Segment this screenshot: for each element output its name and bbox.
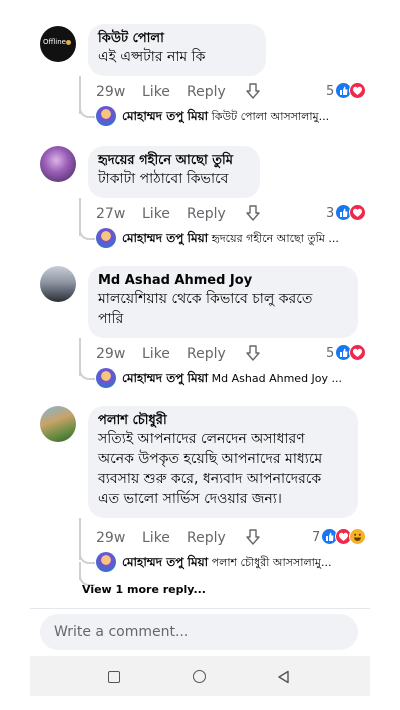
like-button[interactable]: Like <box>142 344 170 364</box>
reply-thread-curve <box>79 368 95 380</box>
reply-button[interactable]: Reply <box>187 204 226 224</box>
comment-bubble[interactable]: কিউট পোলা এই এপ্সটার নাম কি <box>88 24 266 76</box>
reply-snippet: Md Ashad Ahmed Joy ... <box>211 372 343 385</box>
comment-4: পলাশ চৌধুরী সত্যিই আপনাদের লেনদেন অসাধার… <box>40 406 370 604</box>
reply-avatar <box>96 368 116 388</box>
comment-author[interactable]: হৃদয়ের গহীনে আছো তুমি <box>98 152 250 169</box>
reply-button[interactable]: Reply <box>187 528 226 548</box>
reaction-count[interactable]: 5 <box>326 82 334 102</box>
comment-actions: 29w Like Reply 7 <box>96 528 368 548</box>
reply-preview[interactable]: মোহাম্মদ তপু মিয়া হৃদয়ের গহীনে আছো তুম… <box>96 228 370 250</box>
comment-1: Offline কিউট পোলা এই এপ্সটার নাম কি 29w … <box>40 24 370 126</box>
reaction-count[interactable]: 5 <box>326 344 334 364</box>
android-nav-bar <box>30 656 370 696</box>
download-arrow-icon[interactable] <box>245 528 261 552</box>
reply-button[interactable]: Reply <box>187 82 226 102</box>
comments-screen: Offline কিউট পোলা এই এপ্সটার নাম কি 29w … <box>30 0 370 710</box>
comment-time: 27w <box>96 206 126 222</box>
avatar[interactable] <box>40 146 76 182</box>
reply-preview[interactable]: মোহাম্মদ তপু মিয়া পলাশ চৌধুরী আসসালামু.… <box>96 552 370 574</box>
comment-actions: 29w Like Reply 5 <box>96 344 368 364</box>
download-arrow-icon[interactable] <box>245 82 261 106</box>
reply-snippet: হৃদয়ের গহীনে আছো তুমি ... <box>211 232 339 245</box>
like-button[interactable]: Like <box>142 82 170 102</box>
reply-snippet: কিউট পোলা আসসালামু... <box>211 110 330 123</box>
reply-preview[interactable]: মোহাম্মদ তপু মিয়া Md Ashad Ahmed Joy ..… <box>96 368 370 390</box>
avatar[interactable] <box>40 266 76 302</box>
comment-time: 29w <box>96 84 126 100</box>
comment-author[interactable]: কিউট পোলা <box>98 30 256 47</box>
comment-time: 29w <box>96 346 126 362</box>
like-button[interactable]: Like <box>142 204 170 224</box>
comment-author[interactable]: Md Ashad Ahmed Joy <box>98 272 348 289</box>
comment-input-placeholder: Write a comment... <box>54 624 189 640</box>
comment-input-box[interactable]: Write a comment... <box>40 614 358 650</box>
comment-time: 29w <box>96 530 126 546</box>
reply-avatar <box>96 228 116 248</box>
download-arrow-icon[interactable] <box>245 204 261 228</box>
reaction-count[interactable]: 7 <box>312 528 320 548</box>
comment-actions: 29w Like Reply 5 <box>96 82 368 102</box>
avatar[interactable] <box>40 406 76 442</box>
comment-text: টাকাটা পাঠাবো কিভাবে <box>98 171 229 187</box>
comment-text-line: অনেক উপকৃত হয়েছি আপনাদের মাধ্যমে <box>98 451 323 467</box>
back-icon[interactable] <box>277 669 290 688</box>
comment-actions: 27w Like Reply 3 <box>96 204 368 224</box>
comment-text-line: মালয়েশিয়ায় থেকে কিভাবে চালু করতে <box>98 291 313 307</box>
reply-preview-text: মোহাম্মদ তপু মিয়া Md Ashad Ahmed Joy ..… <box>122 370 370 387</box>
like-button[interactable]: Like <box>142 528 170 548</box>
love-reaction-icon <box>349 204 366 221</box>
reply-thread-curve <box>79 552 95 564</box>
view-more-replies-link[interactable]: View 1 more reply... <box>82 582 206 598</box>
avatar[interactable]: Offline <box>40 26 76 62</box>
reply-preview-text: মোহাম্মদ তপু মিয়া পলাশ চৌধুরী আসসালামু.… <box>122 554 370 571</box>
comment-bubble[interactable]: পলাশ চৌধুরী সত্যিই আপনাদের লেনদেন অসাধার… <box>88 406 358 518</box>
reply-preview-text: মোহাম্মদ তপু মিয়া হৃদয়ের গহীনে আছো তুম… <box>122 230 370 247</box>
avatar-text: Offline <box>43 38 66 46</box>
reply-avatar <box>96 106 116 126</box>
haha-reaction-icon <box>349 528 366 545</box>
comment-2: হৃদয়ের গহীনে আছো তুমি টাকাটা পাঠাবো কিভ… <box>40 146 370 248</box>
comment-text-line: সত্যিই আপনাদের লেনদেন অসাধারণ <box>98 431 305 447</box>
comment-bubble[interactable]: হৃদয়ের গহীনে আছো তুমি টাকাটা পাঠাবো কিভ… <box>88 146 260 198</box>
love-reaction-icon <box>349 82 366 99</box>
comment-text-line: পারি <box>98 311 124 327</box>
comment-text: এই এপ্সটার নাম কি <box>98 49 206 65</box>
comment-3: Md Ashad Ahmed Joy মালয়েশিয়ায় থেকে কি… <box>40 266 370 392</box>
reply-avatar <box>96 552 116 572</box>
reply-preview-text: মোহাম্মদ তপু মিয়া কিউট পোলা আসসালামু... <box>122 108 370 125</box>
recent-apps-icon[interactable] <box>108 671 120 683</box>
reply-thread-curve <box>79 106 95 118</box>
reaction-count[interactable]: 3 <box>326 204 334 224</box>
comment-bubble[interactable]: Md Ashad Ahmed Joy মালয়েশিয়ায় থেকে কি… <box>88 266 358 338</box>
love-reaction-icon <box>349 344 366 361</box>
reply-snippet: পলাশ চৌধুরী আসসালামু... <box>211 556 332 569</box>
download-arrow-icon[interactable] <box>245 344 261 368</box>
reply-author[interactable]: মোহাম্মদ তপু মিয়া <box>122 371 208 385</box>
home-icon[interactable] <box>193 670 206 683</box>
reply-author[interactable]: মোহাম্মদ তপু মিয়া <box>122 231 208 245</box>
reply-thread-curve <box>79 228 95 240</box>
divider <box>30 608 370 609</box>
reply-preview[interactable]: মোহাম্মদ তপু মিয়া কিউট পোলা আসসালামু... <box>96 106 370 128</box>
comment-text-line: ব্যবসায় শুরু করে, ধন্যবাদ আপনাদেরকে <box>98 471 322 487</box>
reply-author[interactable]: মোহাম্মদ তপু মিয়া <box>122 109 208 123</box>
comment-author[interactable]: পলাশ চৌধুরী <box>98 412 348 429</box>
comment-text-line: এত ভালো সার্ভিস দেওয়ার জন্য। <box>98 491 282 507</box>
avatar-badge <box>66 40 71 45</box>
reply-author[interactable]: মোহাম্মদ তপু মিয়া <box>122 555 208 569</box>
reply-button[interactable]: Reply <box>187 344 226 364</box>
